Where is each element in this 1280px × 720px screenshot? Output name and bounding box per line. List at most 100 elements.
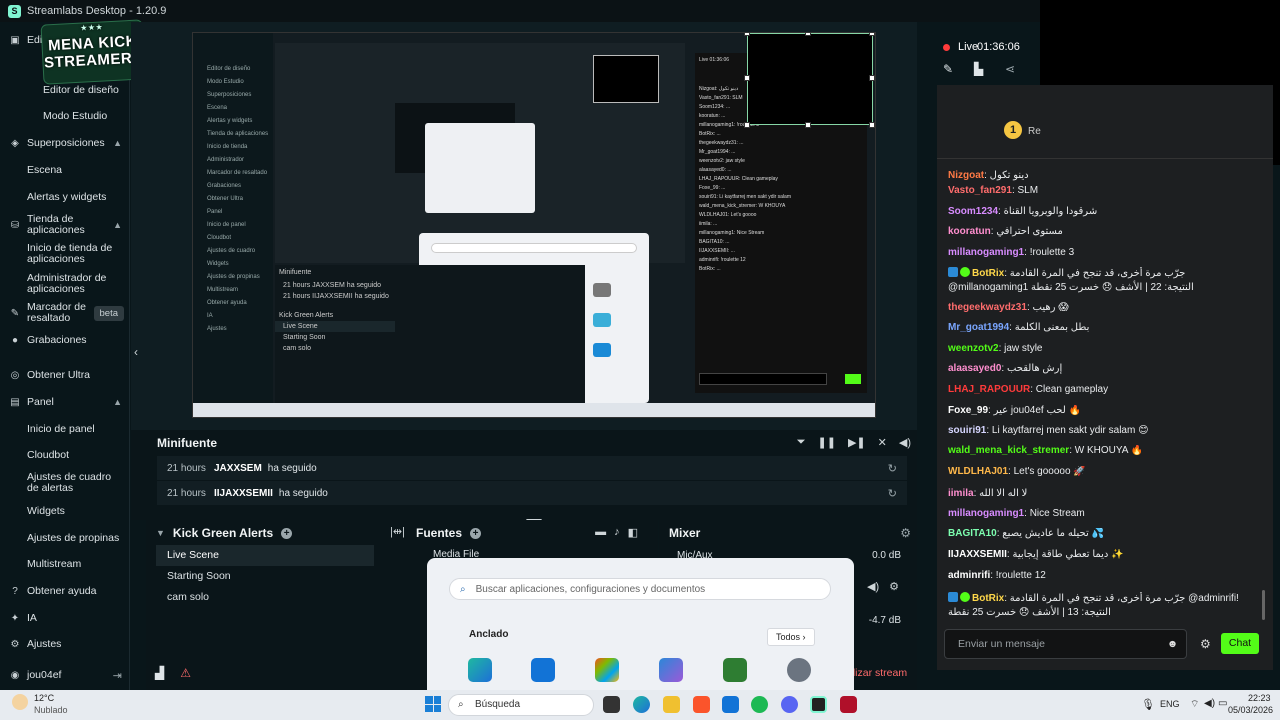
chat-input[interactable]: Enviar un mensaje ☻ — [944, 629, 1187, 659]
emoji-icon[interactable]: ☻ — [1167, 630, 1178, 658]
chat-send-button[interactable]: Chat — [1221, 633, 1259, 654]
chat-username[interactable]: Nizgoat — [948, 170, 984, 181]
collapse-left-icon[interactable]: ‹ — [134, 345, 138, 359]
resize-handle[interactable] — [805, 122, 811, 128]
gear-icon[interactable]: ⚙ — [889, 580, 899, 593]
sidebar-item-alerts-widgets[interactable]: Alertas y widgets — [0, 187, 130, 207]
user-profile[interactable]: ◉ jou04ef ⇥ — [0, 665, 130, 685]
chat-username[interactable]: Soom1234 — [948, 206, 998, 217]
sidebar-item-studio-mode[interactable]: Modo Estudio — [0, 106, 130, 126]
sidebar-item-settings[interactable]: ⚙ Ajustes — [0, 634, 130, 654]
sidebar-item-alertbox-settings[interactable]: Ajustes de cuadro de alertas — [0, 470, 130, 496]
scene-collection-title[interactable]: Kick Green Alerts — [173, 526, 273, 540]
chat-username[interactable]: millanogaming1 — [948, 508, 1024, 519]
split-icon[interactable]: |⇹| — [390, 525, 405, 538]
volume-icon[interactable]: ◀) — [867, 580, 879, 593]
resize-handle[interactable] — [744, 33, 750, 36]
sidebar-item-cloudbot[interactable]: Cloudbot — [0, 445, 130, 465]
spotify-icon[interactable] — [751, 696, 768, 713]
sidebar-item-panel[interactable]: ▤ Panel ▲ — [0, 392, 130, 412]
go-live-button[interactable]: alizar stream — [847, 667, 907, 679]
settings-app-icon[interactable] — [787, 658, 811, 682]
windows-start-icon[interactable] — [425, 696, 441, 712]
edge-app-icon[interactable] — [468, 658, 492, 682]
sidebar-item-get-help[interactable]: ? Obtener ayuda — [0, 581, 130, 601]
scene-item[interactable]: Live Scene — [156, 545, 374, 566]
skip-icon[interactable]: ▶❚ — [848, 436, 866, 449]
resize-handle[interactable] — [805, 33, 811, 36]
start-search-input[interactable]: ⌕ Buscar aplicaciones, configuraciones y… — [449, 578, 831, 600]
edit-icon[interactable]: ✎ — [943, 62, 953, 76]
clip-icon[interactable]: ▙ — [974, 62, 983, 76]
chat-username[interactable]: BotRix — [972, 268, 1004, 279]
sidebar-item-app-store-home[interactable]: Inicio de tienda de aplicaciones — [0, 241, 130, 267]
chat-username[interactable]: millanogaming1 — [948, 247, 1024, 258]
mixer-settings-icon[interactable]: ⚙ — [900, 526, 911, 540]
clock-time[interactable]: 22:23 — [1248, 693, 1271, 703]
task-view-icon[interactable] — [603, 696, 620, 713]
battery-icon[interactable]: ▭ — [1218, 698, 1227, 709]
scene-item[interactable]: Starting Soon — [156, 566, 374, 587]
chevron-down-icon[interactable]: ▼ — [156, 528, 165, 538]
resize-handle[interactable] — [869, 75, 875, 81]
volume-icon[interactable]: ◀) — [899, 436, 911, 449]
filter-icon[interactable]: ⏷ — [797, 436, 806, 449]
sidebar-item-get-ultra[interactable]: ◎ Obtener Ultra — [0, 365, 130, 385]
weather-desc[interactable]: Nublado — [34, 705, 68, 715]
explorer-icon[interactable] — [663, 696, 680, 713]
sidebar-item-multistream[interactable]: Multistream — [0, 554, 130, 574]
volume-icon[interactable]: ◀) — [1204, 698, 1215, 709]
mic-icon[interactable]: 🎙 — [1141, 698, 1155, 711]
chat-settings-icon[interactable]: ⚙ — [1200, 637, 1211, 651]
source-settings-icon[interactable]: ◧ — [628, 526, 638, 539]
stream-preview[interactable]: Editor de diseño Modo Estudio Superposicio… — [192, 32, 876, 418]
brave-icon[interactable] — [693, 696, 710, 713]
language-indicator[interactable]: ENG — [1160, 699, 1180, 709]
chat-username[interactable]: Mr_goat1994 — [948, 322, 1009, 333]
sidebar-item-ai[interactable]: ✦ IA — [0, 608, 130, 628]
sidebar-item-app-manager[interactable]: Administrador de aplicaciones — [0, 271, 130, 297]
discord-icon[interactable] — [781, 696, 798, 713]
audio-source-icon[interactable]: ♪ — [614, 526, 620, 539]
resize-handle[interactable] — [869, 122, 875, 128]
weather-icon[interactable] — [12, 694, 28, 710]
weather-temp[interactable]: 12°C — [34, 693, 54, 703]
sidebar-item-recordings[interactable]: ● Grabaciones — [0, 330, 130, 350]
sidebar-item-overlays[interactable]: ◈ Superposiciones ▲ — [0, 133, 130, 153]
replay-icon[interactable]: ↻ — [888, 487, 897, 500]
photos-app-icon[interactable] — [659, 658, 683, 682]
acrobat-icon[interactable] — [840, 696, 857, 713]
folder-icon[interactable]: ▬ — [595, 526, 606, 539]
chat-username[interactable]: alaasayed0 — [948, 363, 1001, 374]
share-icon[interactable]: ⋖ — [1005, 62, 1015, 76]
chat-username[interactable]: kooratun — [948, 226, 991, 237]
pause-icon[interactable]: ❚❚ — [818, 436, 836, 449]
resize-handle[interactable] — [744, 75, 750, 81]
chat-username[interactable]: thegeekwaydz31 — [948, 302, 1027, 313]
sidebar-item-highlighter[interactable]: ✎ Marcador de resaltado beta — [0, 300, 130, 326]
sidebar-item-panel-home[interactable]: Inicio de panel — [0, 419, 130, 439]
replay-icon[interactable]: ↻ — [888, 462, 897, 475]
logout-icon[interactable]: ⇥ — [113, 669, 122, 682]
solitaire-app-icon[interactable] — [723, 658, 747, 682]
chat-username[interactable]: wald_mena_kick_stremer — [948, 445, 1069, 456]
alert-icon[interactable]: ⚠ — [180, 666, 191, 680]
edge-icon[interactable] — [633, 696, 650, 713]
outlook-app-icon[interactable] — [531, 658, 555, 682]
taskbar-search[interactable]: ⌕ Búsqueda — [448, 694, 594, 716]
resize-handle[interactable] — [869, 33, 875, 36]
chat-username[interactable]: iimila — [948, 488, 974, 499]
mute-alerts-icon[interactable]: ✕ — [878, 436, 887, 449]
chat-username[interactable]: weenzotv2 — [948, 343, 999, 354]
chat-scrollbar[interactable] — [1262, 590, 1265, 620]
chat-username[interactable]: IIJAXXSEMII — [948, 549, 1007, 560]
add-scene-icon[interactable]: + — [281, 527, 293, 539]
sidebar-item-widgets[interactable]: Widgets — [0, 501, 130, 521]
store-icon[interactable] — [722, 696, 739, 713]
chat-username[interactable]: Vasto_fan291 — [948, 185, 1012, 196]
chat-username[interactable]: LHAJ_RAPOUUR — [948, 384, 1030, 395]
sidebar-item-scene[interactable]: Escena — [0, 160, 130, 180]
all-apps-button[interactable]: Todos › — [767, 628, 815, 646]
scene-item[interactable]: cam solo — [156, 587, 374, 608]
performance-icon[interactable]: ▟ — [155, 666, 164, 680]
